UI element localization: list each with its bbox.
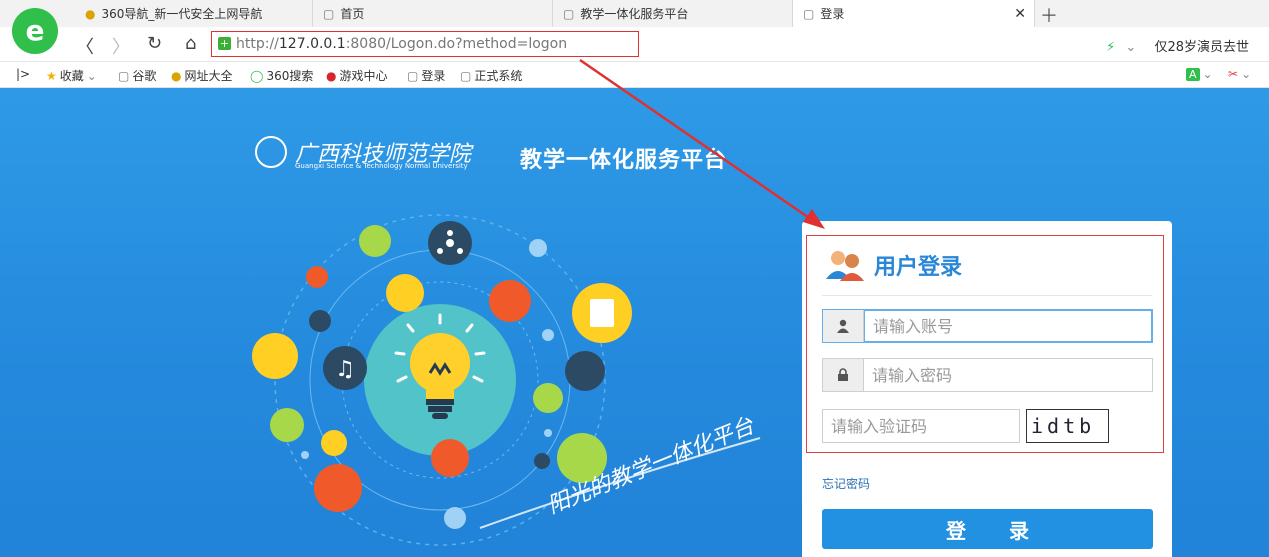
compass-icon — [565, 351, 605, 391]
bookmarks-bar: |> ★ 收藏 ⌄ ▢ 谷歌 ● 网址大全 ◯ 360搜索 ● 游戏中心 ▢ 登录 ▢ 正式系统… — [0, 62, 1269, 88]
star-icon: ★ — [46, 68, 57, 83]
bookmark-label: 收藏 — [59, 69, 84, 83]
bookmark-label: 登录 — [421, 69, 446, 83]
page-icon: ▢ — [407, 68, 419, 83]
game-center-icon: ● — [326, 68, 337, 83]
tab-label: 首页 — [340, 7, 365, 21]
bookmark-label: 正式系统 — [474, 69, 523, 83]
browser-logo-icon: e — [12, 8, 58, 54]
tab-home[interactable]: ▢ 首页 — [313, 0, 553, 27]
page-icon: ▢ — [563, 6, 575, 21]
username-field — [822, 309, 1153, 343]
bookmark-game-center[interactable]: ● 游戏中心 — [326, 67, 388, 84]
svg-text:e: e — [26, 14, 45, 47]
home-button[interactable]: ⌂ — [185, 33, 196, 54]
captcha-text: idtb — [1031, 414, 1096, 438]
password-field — [822, 358, 1153, 392]
refresh-button[interactable]: ↻ — [147, 33, 162, 54]
lock-icon — [823, 359, 864, 391]
school-name-en: Guangxi Science & Technology Normal Univ… — [295, 162, 468, 170]
address-bar[interactable]: + http://127.0.0.1:8080/Logon.do?method=… — [211, 31, 639, 57]
svg-text:♫: ♫ — [335, 357, 355, 382]
tab-bar: ● 360导航_新一代安全上网导航 ▢ 首页 ▢ 教学一体化服务平台 ▢ 登录 … — [0, 0, 1269, 27]
platform-name: 教学一体化服务平台 — [520, 148, 728, 173]
tab-label: 登录 — [820, 7, 845, 21]
bookmark-hao123[interactable]: ● 网址大全 — [171, 67, 233, 84]
captcha-input[interactable] — [822, 409, 1020, 443]
login-page: 广西科技师范学院 Guangxi Science & Technology No… — [0, 88, 1269, 557]
globe-icon — [252, 333, 298, 379]
bookmark-google[interactable]: ▢ 谷歌 — [118, 67, 156, 84]
captcha-image[interactable]: idtb — [1026, 409, 1109, 443]
close-tab-icon[interactable]: ✕ — [1014, 6, 1026, 22]
360-nav-icon: ● — [85, 6, 96, 21]
chevron-down-icon[interactable]: ⌄ — [1125, 40, 1136, 55]
forgot-password-link[interactable]: 忘记密码 — [822, 475, 870, 492]
login-title-row: 用户登录 — [824, 249, 962, 281]
username-input[interactable] — [864, 310, 1152, 342]
bookmark-label: 谷歌 — [132, 69, 157, 83]
sidebar-toggle-icon[interactable]: |> — [16, 67, 30, 81]
360-nav-icon: ● — [171, 68, 182, 83]
page-icon: ▢ — [118, 68, 130, 83]
molecule-icon — [309, 310, 331, 332]
page-icon: ▢ — [803, 6, 815, 21]
translate-icon[interactable]: A ⌄ — [1186, 67, 1213, 81]
bookmark-360-search[interactable]: ◯ 360搜索 — [250, 67, 313, 84]
rocket-icon — [321, 430, 347, 456]
page-icon: ▢ — [460, 68, 472, 83]
abacus-green-icon — [270, 408, 304, 442]
tab-label: 360导航_新一代安全上网导航 — [101, 7, 263, 21]
page-icon: ▢ — [323, 6, 335, 21]
chevron-down-icon: ⌄ — [86, 68, 97, 83]
url-rest: :8080/Logon.do?method=logon — [345, 36, 568, 52]
tab-login[interactable]: ▢ 登录 ✕ — [793, 0, 1035, 27]
bookmark-official-system[interactable]: ▢ 正式系统 — [460, 67, 522, 84]
blocks-icon — [533, 383, 563, 413]
forward-button[interactable]: 〉 — [112, 33, 130, 59]
news-ticker[interactable]: 仅28岁演员去世 — [1154, 40, 1249, 55]
new-tab-button[interactable]: ＋ — [1040, 2, 1058, 28]
abacus-icon — [489, 280, 531, 322]
360-search-icon: ◯ — [250, 68, 264, 83]
url-scheme: http:// — [236, 36, 279, 52]
password-input[interactable] — [864, 359, 1152, 391]
tools-icon[interactable]: ✂ ⌄ — [1228, 67, 1251, 81]
login-button[interactable]: 登 录 — [822, 509, 1153, 549]
bookmark-login[interactable]: ▢ 登录 — [407, 67, 445, 84]
back-button[interactable]: 〈 — [76, 33, 94, 59]
books-icon — [359, 225, 391, 257]
tab-label: 教学一体化服务平台 — [580, 7, 689, 21]
school-seal-icon — [255, 136, 287, 168]
tab-360-nav[interactable]: ● 360导航_新一代安全上网导航 — [75, 0, 313, 27]
user-icon — [823, 310, 864, 342]
users-icon — [826, 251, 864, 281]
bookmark-label: 网址大全 — [184, 69, 233, 83]
address-row: 〈 〉 ↻ ⌂ + http://127.0.0.1:8080/Logon.do… — [0, 27, 1269, 62]
bookmark-favorites[interactable]: ★ 收藏 ⌄ — [46, 67, 97, 84]
right-tools: ⚡ ⌄ 仅28岁演员去世 — [1106, 36, 1249, 55]
bookshelf-icon — [431, 439, 469, 477]
notebook-icon — [386, 274, 424, 312]
lightning-icon[interactable]: ⚡ — [1106, 40, 1115, 55]
url-host: 127.0.0.1 — [278, 36, 346, 52]
login-panel: 用户登录 idtb 忘记密码 登 录 — [802, 221, 1172, 557]
open-book-icon — [314, 464, 362, 512]
tab-platform[interactable]: ▢ 教学一体化服务平台 — [553, 0, 793, 27]
bookmark-label: 游戏中心 — [339, 69, 388, 83]
secure-shield-icon: + — [218, 37, 231, 50]
login-title: 用户登录 — [874, 255, 963, 280]
sign-icon — [306, 266, 328, 288]
title-divider — [822, 295, 1152, 296]
bookmark-label: 360搜索 — [266, 69, 314, 83]
